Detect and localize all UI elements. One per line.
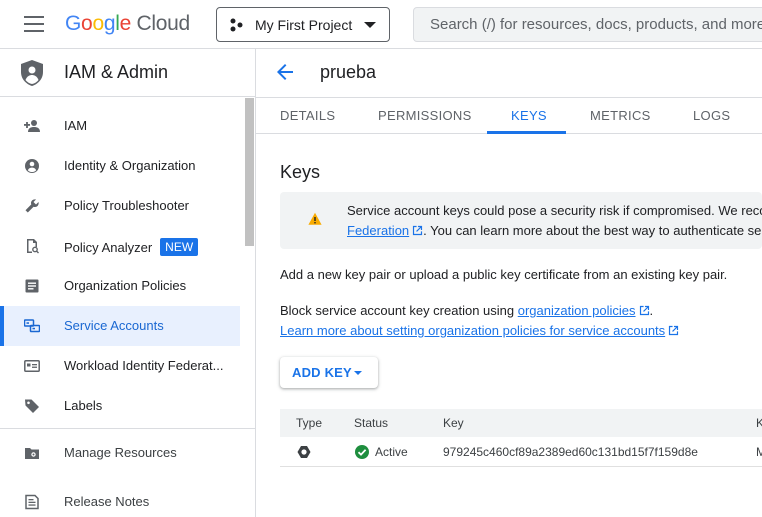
tab-bar: DETAILS PERMISSIONS KEYS METRICS LOGS [256, 97, 762, 134]
column-header-type[interactable]: Type [296, 416, 322, 430]
project-name: My First Project [255, 16, 353, 33]
active-tab-indicator [487, 131, 566, 134]
project-dots-icon [230, 18, 243, 31]
learn-more-link[interactable]: Learn more about setting organization po… [280, 323, 665, 338]
sidebar-item-label: Policy Analyzer NEW [64, 238, 199, 256]
sidebar-item-labels[interactable]: Labels [0, 386, 240, 426]
sidebar: IAM & Admin IAM Identity & Organization … [0, 49, 256, 517]
external-link-icon [669, 325, 679, 336]
new-badge: NEW [160, 238, 199, 256]
account-circle-icon [25, 159, 39, 173]
chevron-down-icon [354, 371, 362, 375]
warning-icon [308, 212, 322, 225]
security-warning-banner: Service account keys could pose a securi… [280, 192, 762, 249]
policy-analyzer-icon [27, 239, 39, 254]
external-link-icon [639, 305, 649, 316]
tab-permissions[interactable]: PERMISSIONS [378, 108, 472, 123]
search-input[interactable]: Search (/) for resources, docs, products… [413, 7, 762, 42]
sidebar-item-release-notes[interactable]: Release Notes [0, 482, 240, 517]
sidebar-item-service-accounts[interactable]: Service Accounts [0, 306, 240, 346]
page-header: prueba [256, 49, 762, 97]
sidebar-scrollbar[interactable] [245, 98, 254, 246]
sidebar-item-label: Identity & Organization [64, 158, 196, 173]
tag-icon [25, 399, 39, 413]
page-title: prueba [320, 62, 377, 82]
id-card-icon [24, 360, 40, 372]
warning-text-line1: Service account keys could pose a securi… [347, 203, 762, 218]
sidebar-title: IAM & Admin [64, 62, 169, 82]
column-header-status[interactable]: Status [354, 416, 388, 430]
active-indicator [0, 306, 4, 346]
key-status: Active [375, 445, 408, 459]
block-key-creation-text: Block service account key creation using… [280, 303, 654, 318]
sidebar-header: IAM & Admin [0, 49, 255, 97]
sidebar-divider [0, 428, 255, 429]
person-add-icon [24, 120, 40, 132]
document-list-icon [25, 279, 39, 293]
tab-logs[interactable]: LOGS [693, 108, 730, 123]
tab-metrics[interactable]: METRICS [590, 108, 651, 123]
sidebar-item-label: Workload Identity Federat... [64, 358, 224, 373]
federation-link[interactable]: Federation [347, 223, 409, 238]
table-header: Type Status Key K [280, 409, 762, 437]
notes-icon [25, 494, 39, 510]
tab-keys[interactable]: KEYS [511, 108, 547, 123]
sidebar-item-workload-identity-federation[interactable]: Workload Identity Federat... [0, 346, 240, 386]
sidebar-item-label: IAM [64, 118, 88, 133]
top-bar: Google Cloud My First Project Search (/)… [0, 0, 762, 49]
organization-policies-link[interactable]: organization policies [518, 303, 636, 318]
sidebar-item-label: Service Accounts [64, 318, 164, 333]
learn-more-line: Learn more about setting organization po… [280, 323, 679, 338]
key-id: 979245c460cf89a2389ed60c131bd15f7f159d8e [443, 445, 698, 459]
main-content: prueba DETAILS PERMISSIONS KEYS METRICS … [256, 49, 762, 517]
sidebar-item-policy-troubleshooter[interactable]: Policy Troubleshooter [0, 186, 240, 226]
menu-icon[interactable] [24, 16, 44, 32]
sidebar-item-label: Organization Policies [64, 278, 187, 293]
project-selector[interactable]: My First Project [216, 7, 390, 42]
sidebar-item-iam[interactable]: IAM [0, 106, 240, 146]
sidebar-item-manage-resources[interactable]: Manage Resources [0, 433, 240, 473]
chevron-down-icon [364, 22, 376, 28]
tab-details[interactable]: DETAILS [280, 108, 335, 123]
keys-description: Add a new key pair or upload a public ke… [280, 267, 728, 282]
warning-text-line2: Federation. You can learn more about the… [347, 223, 762, 238]
add-key-button[interactable]: ADD KEY [280, 357, 378, 388]
check-circle-icon [355, 445, 369, 459]
column-header-key[interactable]: Key [443, 416, 464, 430]
folder-gear-icon [25, 448, 39, 459]
sidebar-item-organization-policies[interactable]: Organization Policies [0, 266, 240, 306]
google-cloud-logo[interactable]: Google Cloud [65, 12, 190, 36]
sidebar-item-label: Labels [64, 398, 103, 413]
back-arrow-icon[interactable] [276, 63, 294, 81]
sidebar-item-label: Policy Troubleshooter [64, 198, 190, 213]
sidebar-item-policy-analyzer[interactable]: Policy Analyzer NEW [0, 226, 240, 266]
section-title: Keys [280, 162, 321, 182]
key-truncated-cell: M [756, 445, 762, 459]
shield-icon [21, 60, 43, 86]
wrench-icon [25, 199, 39, 213]
key-type-icon [297, 446, 311, 458]
table-row: Active 979245c460cf89a2389ed60c131bd15f7… [280, 437, 762, 467]
sidebar-item-label: Manage Resources [64, 445, 177, 460]
column-header-truncated[interactable]: K [756, 416, 762, 430]
service-account-icon [24, 319, 40, 333]
external-link-icon [413, 225, 423, 236]
sidebar-item-label: Release Notes [64, 494, 150, 509]
sidebar-item-identity-organization[interactable]: Identity & Organization [0, 146, 240, 186]
